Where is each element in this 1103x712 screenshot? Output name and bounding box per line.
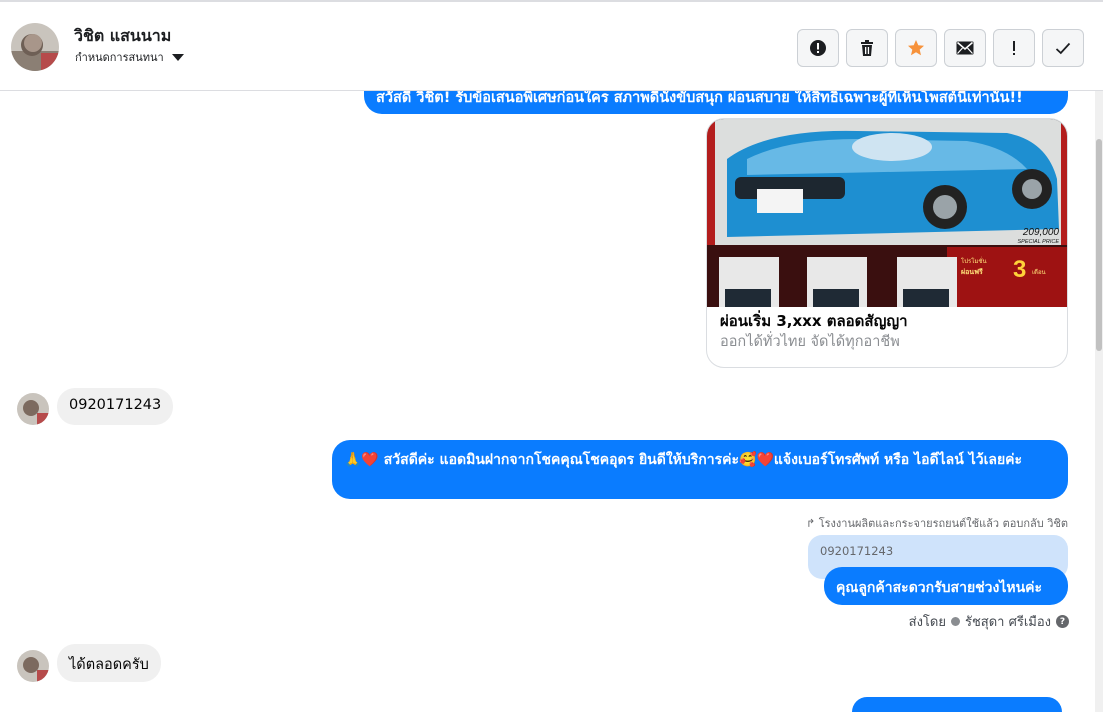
message-text: 0920171243 [69, 397, 162, 413]
contact-avatar-small [17, 393, 49, 425]
assign-conversation-dropdown[interactable]: กำหนดการสนทนา [75, 48, 184, 66]
caret-down-icon [171, 53, 184, 61]
outgoing-message[interactable]: คุณลูกค้าสะดวกรับสายช่วงไหนค่ะ [824, 567, 1068, 605]
image-promo-line1: โปรโมชั่น [961, 257, 987, 265]
sent-by-name[interactable]: รัชสุดา ศรีเมือง [965, 611, 1051, 632]
message-text: สวัสดี วิชิต! รับข้อเสนอพิเศษก่อนใคร สภา… [376, 91, 1023, 106]
image-promo-number: 3 [1013, 256, 1026, 283]
reply-meta: ↱ โรงงานผลิตและกระจายรถยนต์ใช้แล้ว ตอบกล… [806, 514, 1068, 532]
assign-conversation-label: กำหนดการสนทนา [75, 51, 164, 64]
reply-meta-text: โรงงานผลิตและกระจายรถยนต์ใช้แล้ว ตอบกลับ… [818, 517, 1068, 530]
image-promo-unit: เดือน [1032, 268, 1046, 276]
message-text: ได้ตลอดครับ [69, 657, 149, 673]
contact-name[interactable]: วิชิต แสนนาม [74, 24, 171, 49]
delete-button[interactable] [846, 29, 888, 67]
checkmark-icon [1055, 42, 1071, 54]
sent-by-info: ส่งโดย รัชสุดา ศรีเมือง ? [909, 611, 1069, 632]
follow-up-button[interactable] [993, 29, 1035, 67]
message-text: คุณลูกค้าสะดวกรับสายช่วงไหนค่ะ [836, 580, 1043, 596]
message-text: 🙏❤️ สวัสดีค่ะ แอดมินฝากจากโชคคุณโชคอุดร … [344, 452, 1023, 468]
star-button[interactable] [895, 29, 937, 67]
star-icon [908, 40, 924, 56]
alert-circle-icon [810, 40, 826, 56]
sent-by-label: ส่งโดย [908, 615, 946, 630]
incoming-message[interactable]: 0920171243 [57, 388, 174, 425]
scrollbar-thumb[interactable] [1096, 139, 1102, 351]
quoted-text: 0920171243 [820, 544, 894, 558]
incoming-message[interactable]: ได้ตลอดครับ [57, 644, 161, 682]
thread-scrollbar[interactable] [1095, 91, 1103, 712]
trash-icon [861, 40, 873, 56]
help-icon[interactable]: ? [1056, 615, 1069, 628]
car-promo-image: 209,000 SPECIAL PRICE โปรโมชั่น ผ่อนฟรี … [707, 119, 1067, 307]
link-preview-card[interactable]: 209,000 SPECIAL PRICE โปรโมชั่น ผ่อนฟรี … [706, 118, 1068, 368]
mark-spam-button[interactable] [797, 29, 839, 67]
reply-arrow-icon: ↱ [805, 517, 816, 530]
exclamation-icon [1013, 41, 1015, 55]
image-promo-line2: ผ่อนฟรี [961, 268, 983, 276]
contact-avatar-small [17, 650, 49, 682]
verified-icon [950, 617, 960, 626]
outgoing-message[interactable]: สวัสดี วิชิต! รับข้อเสนอพิเศษก่อนใคร สภา… [364, 91, 1068, 114]
header-actions [797, 29, 1084, 67]
conversation-header: วิชิต แสนนาม กำหนดการสนทนา [0, 0, 1103, 91]
contact-avatar[interactable] [11, 23, 59, 71]
card-subtitle: ออกได้ทั่วไทย จัดได้ทุกอาชีพ [720, 334, 900, 350]
mark-done-button[interactable] [1042, 29, 1084, 67]
mark-unread-button[interactable] [944, 29, 986, 67]
outgoing-message[interactable]: 🙏❤️ สวัสดีค่ะ แอดมินฝากจากโชคคุณโชคอุดร … [332, 440, 1068, 499]
image-price-caption: SPECIAL PRICE [1018, 239, 1060, 245]
outgoing-message-partial[interactable] [852, 697, 1062, 712]
message-thread[interactable]: สวัสดี วิชิต! รับข้อเสนอพิเศษก่อนใคร สภา… [0, 91, 1103, 712]
envelope-icon [956, 41, 974, 55]
image-price-text: 209,000 [1022, 227, 1060, 238]
